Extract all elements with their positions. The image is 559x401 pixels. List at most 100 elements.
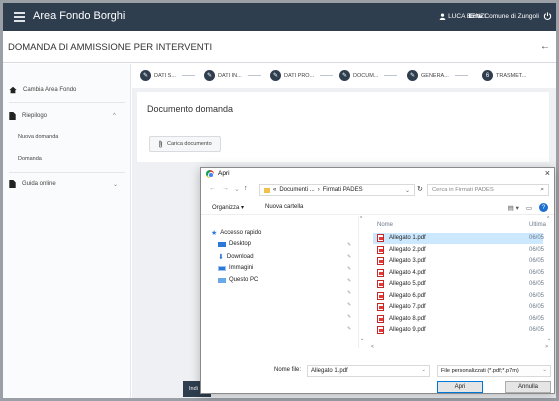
organize-button[interactable]: Organizza ▾ (212, 204, 244, 211)
step-label: GENERA... (421, 72, 449, 79)
dialog-buttons: Apri Annulla (201, 381, 554, 395)
file-row[interactable]: Allegato 8.pdf 06/05 (373, 314, 544, 325)
ente-label: Ente (468, 13, 483, 20)
refresh-icon[interactable]: ↻ (417, 185, 423, 193)
pin-icon: ✎ (347, 254, 352, 260)
pdf-icon (377, 291, 384, 300)
nav-item-download[interactable]: ⬇ Download (218, 253, 254, 261)
nav-item-questo-pc[interactable]: Questo PC (218, 277, 258, 283)
sidebar-item-nuova-domanda[interactable]: Nuova domanda (18, 134, 58, 140)
new-folder-button[interactable]: Nuova cartella (265, 204, 303, 210)
file-row[interactable]: Allegato 1.pdf 06/05 (373, 233, 544, 244)
dialog-titlebar: Apri × (201, 168, 554, 180)
file-date: 06/05 (529, 269, 545, 276)
nav-scrollbar[interactable]: ^ ⌄ (358, 216, 365, 348)
step-1[interactable]: ✎ DATI S... (140, 70, 195, 81)
images-icon (218, 265, 226, 271)
chevron-down-icon: ⌄ (542, 367, 547, 373)
scroll-up-icon[interactable]: ^ (360, 216, 365, 222)
path-separator: › (317, 187, 320, 193)
step-connector (384, 75, 398, 76)
scroll-left-icon[interactable]: < (371, 344, 374, 350)
file-name: Allegato 3.pdf (389, 258, 426, 264)
step-connector (454, 75, 468, 76)
preview-pane-icon[interactable]: ▭ (526, 204, 532, 212)
nav-label: Questo PC (229, 277, 259, 283)
step-label: DOCUM... (353, 72, 379, 79)
chevron-down-icon[interactable]: ⌄ (421, 367, 426, 373)
search-input[interactable]: Cerca in Firmati PADES ⌕ (427, 184, 549, 196)
file-row[interactable]: Allegato 5.pdf 06/05 (373, 279, 544, 290)
file-name: Allegato 4.pdf (389, 269, 426, 276)
nav-item-desktop[interactable]: Desktop (218, 241, 251, 247)
open-button[interactable]: Apri (437, 381, 483, 393)
horizontal-scrollbar[interactable]: < > (369, 344, 554, 351)
file-list-scrollbar[interactable]: ^ ⌄ (547, 216, 554, 348)
file-list: Nome Ultima Allegato 1.pdf 06/05 Allegat… (369, 216, 554, 348)
home-icon (9, 86, 17, 94)
nav-label: Accesso rapido (220, 230, 262, 236)
scroll-down-icon[interactable]: ⌄ (360, 336, 364, 342)
sidebar-item-guida[interactable]: Guida online ⌄ (9, 180, 118, 188)
step-2[interactable]: ✎ DATI IN... (204, 70, 261, 81)
pencil-icon: ✎ (140, 70, 151, 81)
step-4[interactable]: ✎ DOCUM... (339, 70, 398, 81)
pc-icon (218, 277, 226, 283)
upload-label: Carica documento (167, 141, 212, 147)
file-name: Allegato 8.pdf (389, 315, 426, 322)
ente-info: Ente Comune di Zungoli (469, 13, 539, 20)
nav-item-immagini[interactable]: Immagini (218, 265, 253, 271)
file-row[interactable]: Allegato 3.pdf 06/05 (373, 256, 544, 267)
back-arrow-icon[interactable]: ← (540, 41, 550, 52)
back-icon[interactable]: ← (209, 185, 216, 192)
file-row[interactable]: Allegato 9.pdf 06/05 (373, 325, 544, 336)
file-name: Allegato 9.pdf (389, 327, 426, 333)
nav-item-accesso-rapido[interactable]: ★ Accesso rapido (211, 229, 261, 237)
up-arrow-icon[interactable]: ↑ (244, 185, 248, 192)
help-icon[interactable]: ? (539, 203, 548, 212)
scroll-up-icon[interactable]: ^ (547, 216, 554, 222)
top-bar: Area Fondo Borghi LUCA BENZI Ente Comune… (3, 3, 556, 31)
chevron-down-icon[interactable]: ⌄ (234, 185, 240, 193)
navigation-pane: ★ Accesso rapido Desktop ⬇ Download Imma… (201, 216, 366, 348)
sidebar-item-domanda[interactable]: Domanda (18, 156, 42, 162)
file-row[interactable]: Allegato 7.pdf 06/05 (373, 302, 544, 313)
pin-icon: ✎ (347, 266, 352, 272)
upload-button[interactable]: Carica documento (149, 136, 221, 152)
user-icon (439, 13, 446, 20)
step-6[interactable]: 6 TRASMET... (482, 70, 526, 81)
chevron-down-icon[interactable]: ⌄ (405, 187, 410, 194)
filename-input[interactable]: Allegato 1.pdf ⌄ (307, 365, 430, 377)
sidebar-item-riepilogo[interactable]: Riepilogo ^ (9, 112, 116, 120)
path-segment[interactable]: Firmati PADES (323, 187, 363, 193)
scroll-right-icon[interactable]: > (545, 344, 548, 350)
pdf-icon (377, 268, 384, 277)
card-title: Documento domanda (147, 104, 234, 114)
close-icon[interactable]: × (545, 168, 550, 178)
chrome-icon (206, 170, 214, 178)
cancel-button[interactable]: Annulla (505, 381, 551, 393)
chevron-up-icon: ^ (113, 113, 116, 119)
menu-icon[interactable] (14, 12, 25, 22)
column-name[interactable]: Nome (377, 222, 393, 228)
file-row[interactable]: Allegato 6.pdf 06/05 (373, 291, 544, 302)
file-row[interactable]: Allegato 4.pdf 06/05 (373, 268, 545, 279)
filetype-select[interactable]: File personalizzati (*.pdf;*.p7m) ⌄ (437, 365, 551, 377)
page-title: DOMANDA DI AMMISSIONE PER INTERVENTI (8, 42, 213, 53)
sidebar-item-cambia-area[interactable]: Cambia Area Fondo (9, 86, 76, 94)
file-row[interactable]: Allegato 2.pdf 06/05 (373, 245, 544, 256)
path-input[interactable]: « Documenti ... › Firmati PADES ⌄ (259, 184, 415, 196)
step-3[interactable]: ✎ DATI PRO... (270, 70, 334, 81)
view-icon[interactable]: ▤ ▾ (508, 204, 519, 212)
file-name: Allegato 2.pdf (389, 246, 426, 253)
path-segment[interactable]: Documenti ... (279, 187, 314, 193)
pdf-icon (377, 303, 384, 311)
file-name: Allegato 7.pdf (389, 304, 426, 310)
step-5[interactable]: ✎ GENERA... (407, 70, 468, 81)
column-modified[interactable]: Ultima (529, 222, 546, 228)
scroll-down-icon[interactable]: ⌄ (547, 336, 551, 342)
forward-icon[interactable]: → (222, 185, 229, 192)
pdf-icon (377, 257, 384, 265)
power-icon[interactable] (543, 11, 552, 21)
step-label: DATI IN... (218, 72, 242, 79)
